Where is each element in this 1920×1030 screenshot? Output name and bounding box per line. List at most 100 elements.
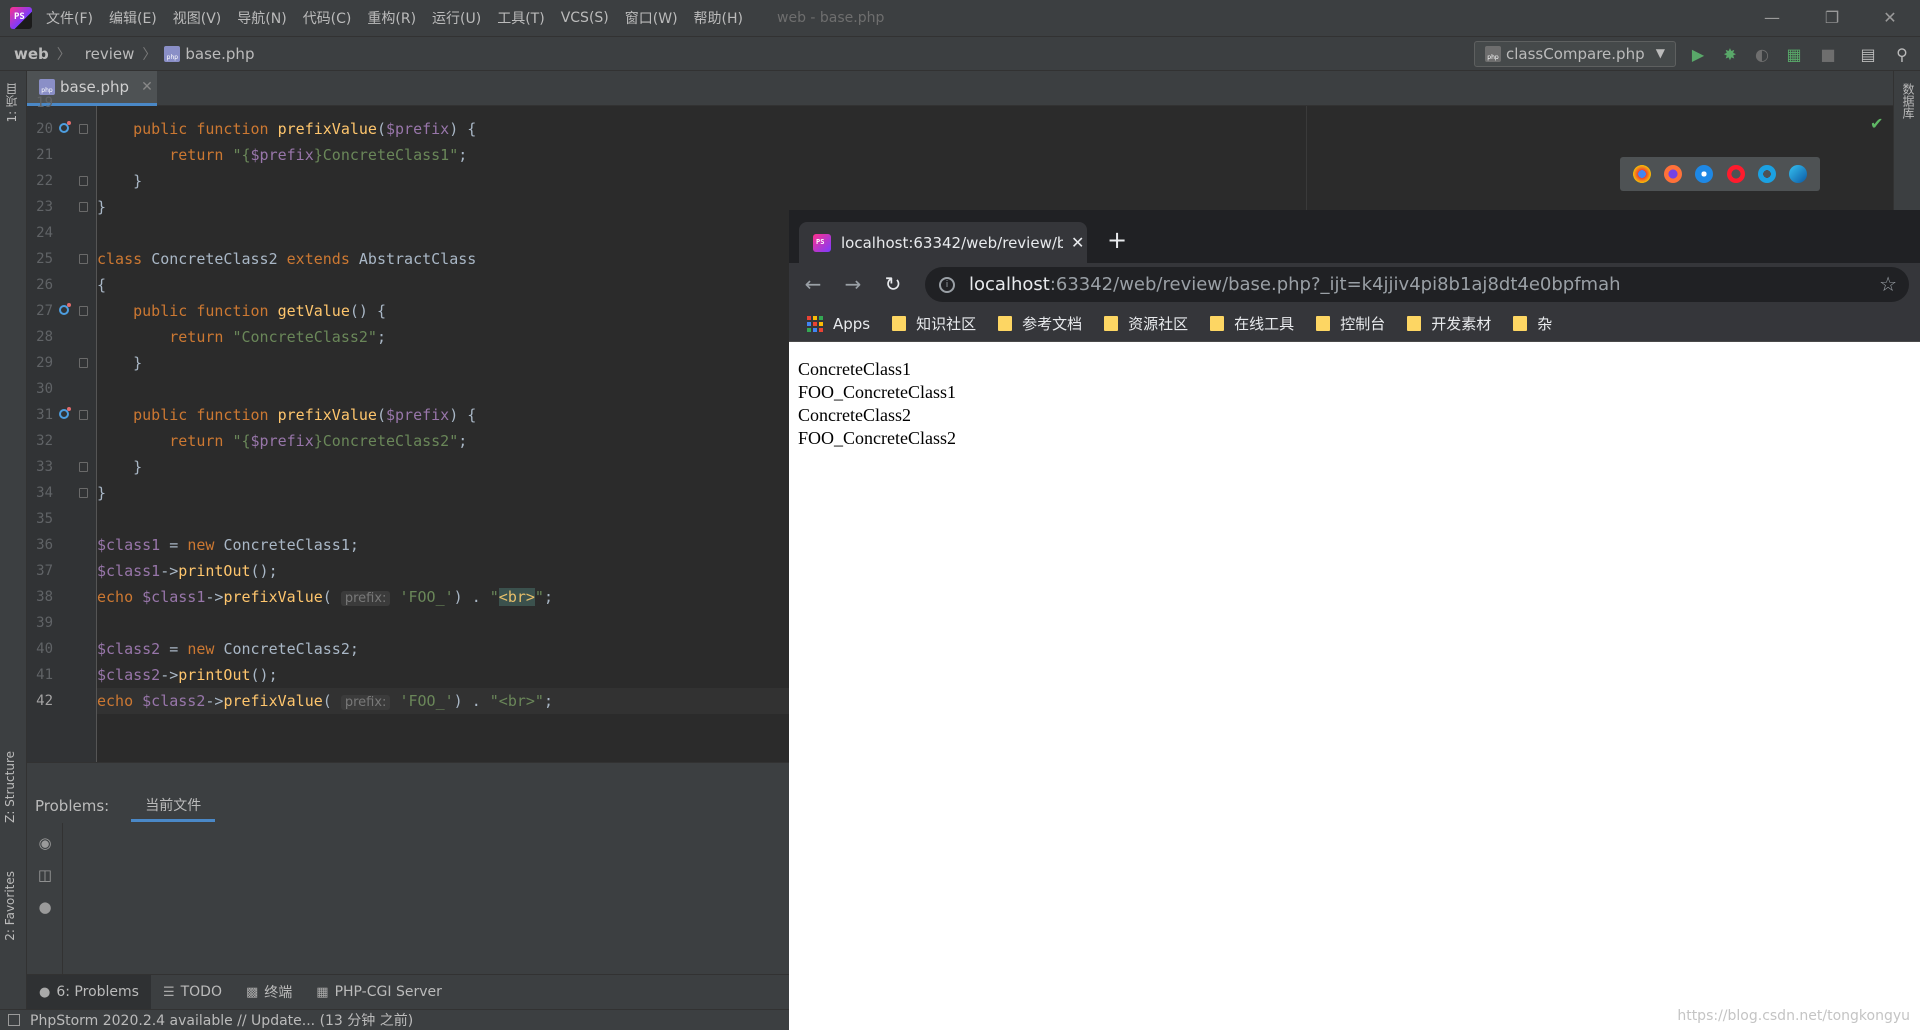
browser-tab[interactable]: PS localhost:63342/web/review/b ✕ <box>799 222 1087 263</box>
line-number: 28 <box>36 329 53 345</box>
line-number: 22 <box>36 173 53 189</box>
line-number: 27 <box>36 303 53 319</box>
code-token: ConcreteClass2 <box>151 250 278 268</box>
stop-icon[interactable]: ■ <box>1818 45 1838 65</box>
address-bar[interactable]: i localhost:63342/web/review/base.php?_i… <box>925 267 1909 302</box>
phpstorm-favicon-icon: PS <box>813 233 831 252</box>
restore-icon[interactable]: ❐ <box>1810 6 1854 30</box>
menu-run[interactable]: 运行(U) <box>432 8 481 28</box>
menu-file[interactable]: 文件(F) <box>46 8 93 28</box>
fold-marker-icon[interactable] <box>79 254 88 264</box>
menu-edit[interactable]: 编辑(E) <box>109 8 157 28</box>
menu-navigate[interactable]: 导航(N) <box>237 8 286 28</box>
problems-label: Problems: <box>35 797 110 815</box>
fold-marker-icon[interactable] <box>79 176 88 186</box>
menu-vcs[interactable]: VCS(S) <box>561 10 609 26</box>
code-token: $prefix <box>250 432 314 450</box>
fold-marker-icon[interactable] <box>79 202 88 212</box>
firefox-icon[interactable] <box>1663 165 1682 183</box>
close-tab-icon[interactable]: ✕ <box>1071 233 1084 252</box>
right-margin-guide <box>1306 106 1307 211</box>
chrome-icon[interactable] <box>1632 165 1651 183</box>
structure-tool-tab[interactable]: Z: Structure <box>3 751 17 823</box>
run-configuration-select[interactable]: classCompare.php ▼ <box>1474 41 1676 67</box>
favorites-tool-tab[interactable]: 2: Favorites <box>3 871 17 941</box>
tool-tab-problems[interactable]: ● 6: Problems <box>27 974 151 1010</box>
code-token: echo <box>97 588 134 606</box>
coverage-icon[interactable]: ◐ <box>1752 45 1772 65</box>
edge-icon[interactable] <box>1789 165 1808 183</box>
override-method-icon[interactable] <box>59 407 71 419</box>
menu-code[interactable]: 代码(C) <box>303 8 352 28</box>
breadcrumb-review[interactable]: review <box>85 45 135 63</box>
status-message[interactable]: PhpStorm 2020.2.4 available // Update...… <box>30 1010 413 1030</box>
code-token: return <box>169 328 224 346</box>
breadcrumb-web[interactable]: web <box>14 45 49 63</box>
fold-marker-icon[interactable] <box>79 410 88 420</box>
tool-tab-terminal[interactable]: ▩ 终端 <box>234 975 304 1010</box>
run-icon[interactable]: ▶ <box>1688 45 1708 65</box>
preview-icon[interactable]: ◫ <box>37 867 53 883</box>
new-tab-icon[interactable]: + <box>1107 226 1127 254</box>
bookmark-folder[interactable]: 在线工具 <box>1210 313 1294 334</box>
line-number: 30 <box>36 381 53 397</box>
menu-refactor[interactable]: 重构(R) <box>367 8 416 28</box>
code-token: public <box>133 302 188 320</box>
bookmark-folder[interactable]: 参考文档 <box>998 313 1082 334</box>
project-tool-tab[interactable]: 1: 项目 <box>3 83 20 123</box>
opera-icon[interactable] <box>1726 165 1745 183</box>
line-number: 37 <box>36 563 53 579</box>
code-token: public <box>133 406 188 424</box>
tool-tab-php-cgi-server[interactable]: ▦ PHP-CGI Server <box>304 975 454 1010</box>
profile-icon[interactable]: ▦ <box>1784 45 1804 65</box>
line-number: 38 <box>36 589 53 605</box>
browser-tab-strip: PS localhost:63342/web/review/b ✕ + <box>789 210 1920 263</box>
code-token: prefixValue <box>277 406 377 424</box>
back-icon[interactable]: ← <box>801 272 825 296</box>
forward-icon[interactable]: → <box>841 272 865 296</box>
bookmark-folder[interactable]: 开发素材 <box>1407 313 1491 334</box>
output-line: ConcreteClass2 <box>798 405 911 425</box>
code-token: prefixValue <box>277 120 377 138</box>
fold-marker-icon[interactable] <box>79 306 88 316</box>
fold-marker-icon[interactable] <box>79 488 88 498</box>
line-number: 23 <box>36 199 53 215</box>
lightbulb-icon[interactable]: ● <box>37 899 53 915</box>
eye-icon[interactable]: ◉ <box>37 835 53 851</box>
fold-marker-icon[interactable] <box>79 124 88 134</box>
menu-view[interactable]: 视图(V) <box>173 8 222 28</box>
menu-window[interactable]: 窗口(W) <box>625 8 678 28</box>
close-tab-icon[interactable]: ✕ <box>141 79 153 95</box>
bookmark-folder[interactable]: 控制台 <box>1316 313 1385 334</box>
problems-tab-current-file[interactable]: 当前文件 <box>131 791 216 822</box>
window-layout-icon[interactable]: ▤ <box>1858 45 1878 65</box>
minimize-icon[interactable]: — <box>1750 6 1794 30</box>
search-icon[interactable]: ⚲ <box>1892 45 1912 65</box>
site-info-icon[interactable]: i <box>939 276 955 293</box>
menu-help[interactable]: 帮助(H) <box>694 8 743 28</box>
fold-marker-icon[interactable] <box>79 462 88 472</box>
menu-tools[interactable]: 工具(T) <box>497 8 544 28</box>
database-tool-tab[interactable]: 数据库 <box>1900 83 1917 119</box>
bookmark-label: 资源社区 <box>1128 315 1189 333</box>
tool-windows-toggle-icon[interactable] <box>8 1014 20 1026</box>
close-icon[interactable]: ✕ <box>1868 6 1912 30</box>
bookmark-apps[interactable]: Apps <box>807 315 870 333</box>
override-method-icon[interactable] <box>59 121 71 133</box>
debug-icon[interactable]: ✸ <box>1720 45 1740 65</box>
bookmark-folder[interactable]: 资源社区 <box>1104 313 1188 334</box>
phpstorm-logo-icon: PS <box>10 7 32 29</box>
reload-icon[interactable]: ↻ <box>881 272 905 296</box>
breadcrumb-file[interactable]: base.php <box>164 45 254 63</box>
no-problems-check-icon[interactable]: ✔ <box>1870 114 1883 133</box>
override-method-icon[interactable] <box>59 303 71 315</box>
fold-marker-icon[interactable] <box>79 358 88 368</box>
bookmark-folder[interactable]: 杂 <box>1513 313 1552 334</box>
bookmark-star-icon[interactable]: ☆ <box>1879 272 1897 296</box>
tool-tab-todo[interactable]: ☰ TODO <box>151 975 234 1010</box>
safari-icon[interactable] <box>1695 165 1714 183</box>
code-token: $class2 <box>97 640 161 658</box>
code-line: return "{$prefix}ConcreteClass1"; <box>169 146 468 164</box>
bookmark-folder[interactable]: 知识社区 <box>892 313 976 334</box>
internet-explorer-icon[interactable] <box>1757 165 1776 183</box>
